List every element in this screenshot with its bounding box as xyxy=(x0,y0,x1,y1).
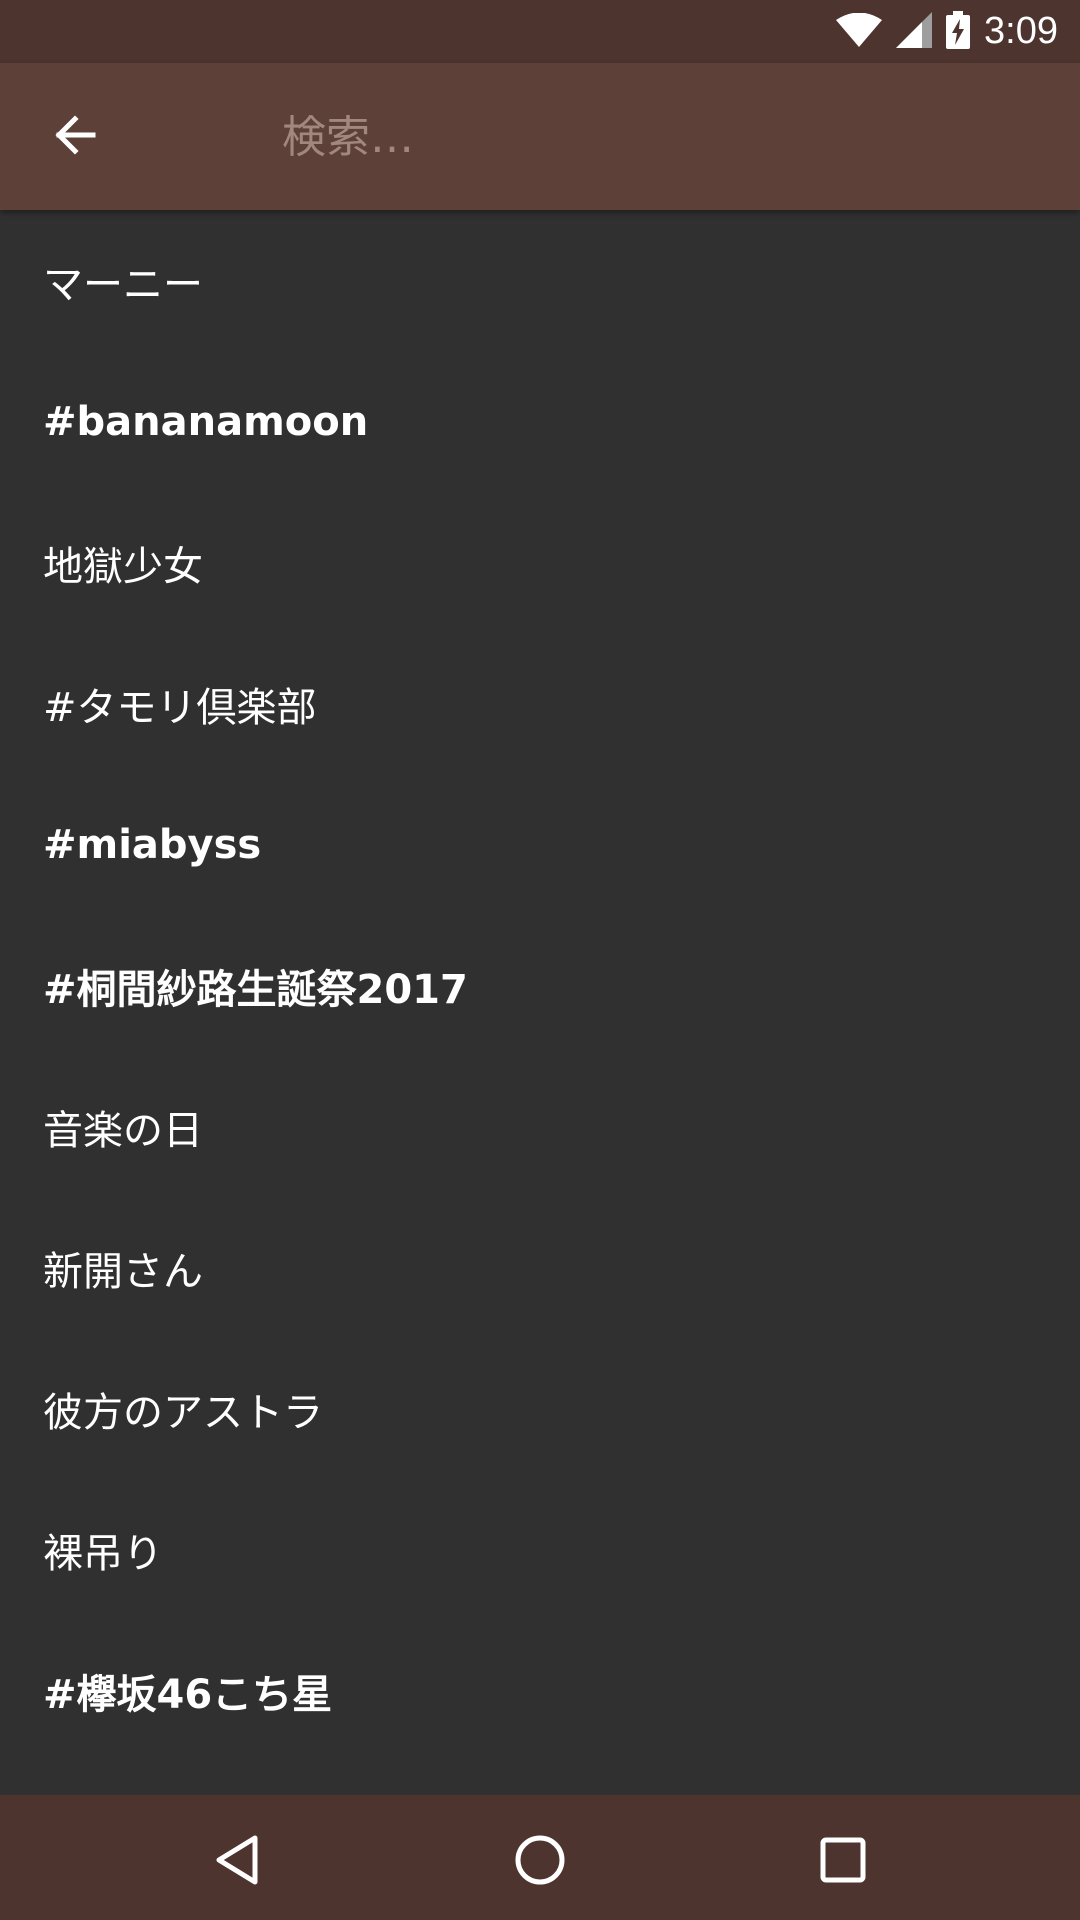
home-circle-icon xyxy=(514,1834,566,1890)
back-triangle-icon xyxy=(213,1834,261,1890)
arrow-left-icon xyxy=(51,111,99,163)
suggestion-item[interactable]: #miabyss xyxy=(0,774,1080,915)
wifi-icon xyxy=(836,12,883,51)
status-time: 3:09 xyxy=(984,10,1058,52)
search-input[interactable] xyxy=(268,103,1056,171)
recents-square-icon xyxy=(819,1836,867,1888)
navigation-bar xyxy=(0,1795,1080,1920)
battery-charging-icon xyxy=(946,10,971,53)
nav-back-button[interactable] xyxy=(192,1817,282,1907)
suggestion-list: マーニー #bananamoon 地獄少女 #タモリ倶楽部 #miabyss #… xyxy=(0,210,1080,1795)
suggestion-item[interactable]: 彼方のアストラ xyxy=(0,1338,1080,1479)
search-app-bar xyxy=(0,63,1080,210)
suggestion-item[interactable]: 裸吊り xyxy=(0,1479,1080,1620)
status-bar: 3:09 xyxy=(0,0,1080,63)
suggestion-item[interactable]: #bananamoon xyxy=(0,351,1080,492)
suggestion-item[interactable]: 音楽の日 xyxy=(0,1056,1080,1197)
cell-signal-icon xyxy=(896,11,933,52)
suggestion-item[interactable]: マーニー xyxy=(0,210,1080,351)
nav-home-button[interactable] xyxy=(495,1817,585,1907)
nav-recents-button[interactable] xyxy=(798,1817,888,1907)
suggestion-item[interactable]: #タモリ倶楽部 xyxy=(0,633,1080,774)
suggestion-item[interactable]: #欅坂46こち星 xyxy=(0,1620,1080,1761)
status-icons: 3:09 xyxy=(836,0,1058,63)
suggestion-item[interactable]: 地獄少女 xyxy=(0,492,1080,633)
suggestion-item[interactable]: 新開さん xyxy=(0,1197,1080,1338)
back-button[interactable] xyxy=(30,99,120,174)
suggestion-item[interactable]: #桐間紗路生誕祭2017 xyxy=(0,915,1080,1056)
